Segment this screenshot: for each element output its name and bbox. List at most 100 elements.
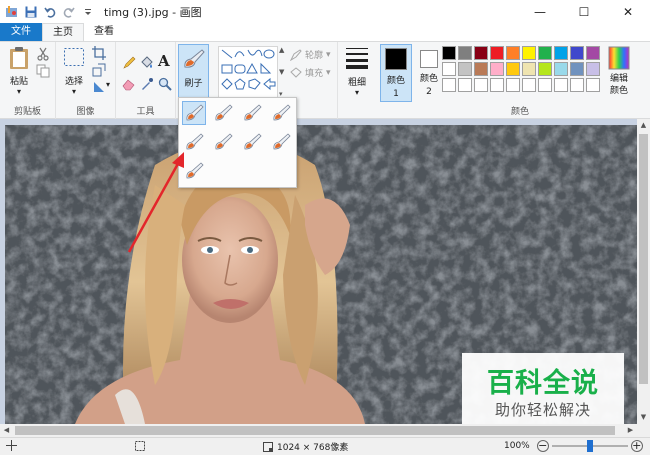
outline-button[interactable]: 轮廓 ▾ [290,48,331,61]
paste-label: 粘贴 [9,77,28,87]
text-tool-icon[interactable]: A [158,52,170,70]
color-swatch[interactable] [490,46,504,60]
custom-color-slot[interactable] [442,78,456,92]
custom-color-slot[interactable] [490,78,504,92]
color-swatch[interactable] [586,46,600,60]
color-swatch[interactable] [538,62,552,76]
color-swatch[interactable] [554,46,568,60]
cut-icon[interactable] [36,47,50,61]
eraser-icon[interactable] [122,77,136,91]
size-button[interactable]: 粗细 ▾ [342,46,372,97]
watercolor-brush-option[interactable] [182,159,206,183]
custom-color-slot[interactable] [506,78,520,92]
image-group: 选择 ▾ ▾ 图像 [56,42,116,119]
redo-icon[interactable] [61,4,77,20]
custom-color-slot[interactable] [538,78,552,92]
undo-icon[interactable] [42,4,58,20]
horizontal-scrollbar[interactable]: ◀ ▶ [0,424,650,437]
select-button[interactable]: 选择 ▾ [62,47,86,96]
color-swatch[interactable] [554,62,568,76]
maximize-button[interactable]: ☐ [562,0,606,23]
color-swatch[interactable] [458,46,472,60]
color-swatch[interactable] [538,46,552,60]
watermark-subtitle: 助你轻松解决 [494,401,591,419]
pencil-icon[interactable] [122,56,136,70]
shapes-icon [221,49,276,91]
color-swatch[interactable] [506,46,520,60]
chevron-down-icon: ▾ [354,88,359,97]
scroll-left-icon[interactable]: ◀ [0,424,13,437]
scroll-up-icon[interactable]: ▲ [637,119,650,132]
chevron-down-icon: ▾ [326,67,331,78]
scroll-right-icon[interactable]: ▶ [624,424,637,437]
resize-icon[interactable] [92,63,106,77]
shapes-gallery[interactable] [218,46,278,98]
zoom-out-button[interactable]: − [536,440,549,452]
save-icon[interactable] [23,4,39,20]
color-swatch[interactable] [474,62,488,76]
customize-toolbar-icon[interactable] [80,4,96,20]
custom-color-slot[interactable] [522,78,536,92]
scroll-down-icon[interactable]: ▼ [637,411,650,424]
color-swatch[interactable] [570,62,584,76]
magnifier-icon[interactable] [158,77,172,91]
custom-color-slot[interactable] [474,78,488,92]
color-1-button[interactable]: 颜色 1 [380,44,412,102]
crop-icon[interactable] [92,46,106,60]
fill-bucket-icon[interactable] [140,56,154,70]
airbrush-option[interactable] [269,101,293,125]
zoom-slider[interactable] [551,440,628,452]
calligraphy-brush-1-option[interactable] [211,101,235,125]
brushes-button[interactable]: 刷子 [178,44,209,100]
paste-button[interactable]: 粘贴 ▾ [6,46,32,96]
tools-group: A 工具 [116,42,176,119]
tab-home[interactable]: 主页 [42,23,84,41]
color-swatch[interactable] [458,62,472,76]
quick-access-toolbar [0,4,96,20]
custom-color-slot[interactable] [554,78,568,92]
copy-icon[interactable] [36,64,50,78]
marker-option[interactable] [240,130,264,154]
oil-brush-option[interactable] [182,130,206,154]
close-button[interactable]: ✕ [606,0,650,23]
selection-size [134,440,146,452]
rotate-icon[interactable] [92,80,106,94]
chevron-down-icon: ▾ [71,87,76,96]
zoom-in-button[interactable]: + [630,440,643,452]
color-swatch[interactable] [474,46,488,60]
vertical-scroll-thumb[interactable] [639,134,648,384]
color-swatch[interactable] [442,62,456,76]
custom-color-slot[interactable] [586,78,600,92]
zoom-slider-thumb[interactable] [586,440,593,452]
color-swatch[interactable] [522,46,536,60]
minimize-button[interactable]: — [518,0,562,23]
line-width-icon [346,48,368,69]
color-swatch[interactable] [570,46,584,60]
color-wheel-icon [608,46,630,70]
natural-pencil-option[interactable] [269,130,293,154]
custom-color-slot[interactable] [458,78,472,92]
color-swatch[interactable] [522,62,536,76]
color-swatch[interactable] [506,62,520,76]
tab-file[interactable]: 文件 [0,23,42,41]
crayon-option[interactable] [211,130,235,154]
color-picker-icon[interactable] [140,77,154,91]
fill-button[interactable]: 填充 ▾ [290,66,331,79]
image-dimensions-text: 1024 × 768像素 [277,443,349,453]
cursor-position [6,440,17,451]
clipboard-group: 粘贴 ▾ 剪贴板 [0,42,56,119]
paint-app-icon[interactable] [4,4,20,20]
shapes-scroll[interactable]: ▲ ▼ ▾ [279,46,286,98]
tools-group-label: 工具 [136,107,155,117]
vertical-scrollbar[interactable]: ▲ ▼ [637,119,650,424]
edit-colors-button[interactable]: 编辑颜色 [603,46,635,97]
color-swatch[interactable] [490,62,504,76]
calligraphy-brush-2-option[interactable] [240,101,264,125]
color-swatch[interactable] [586,62,600,76]
horizontal-scroll-thumb[interactable] [15,426,615,435]
tab-view[interactable]: 查看 [84,23,124,41]
custom-color-slot[interactable] [570,78,584,92]
brush-option[interactable] [182,101,206,125]
title-bar: timg (3).jpg - 画图 — ☐ ✕ [0,0,650,23]
color-swatch[interactable] [442,46,456,60]
